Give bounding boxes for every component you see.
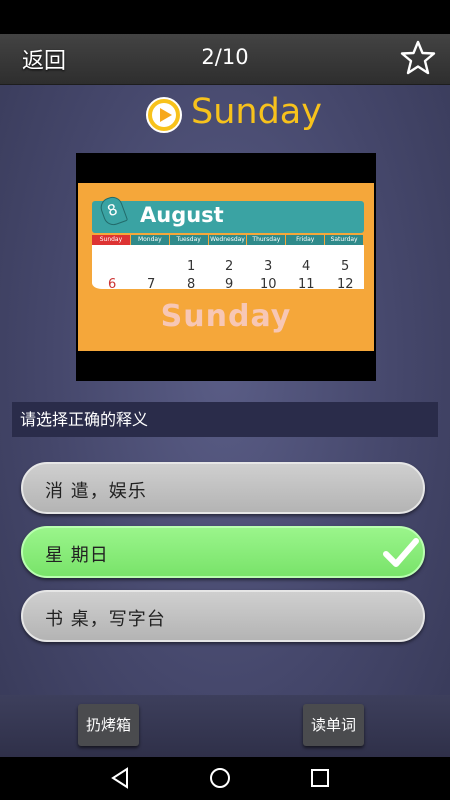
calendar-weekdays: Sunday Monday Tuesday Wednesday Thursday… bbox=[92, 235, 364, 245]
calendar-date: 7 bbox=[147, 277, 156, 292]
weekday-label: Wednesday bbox=[208, 235, 247, 245]
answer-option-label: 星 期日 bbox=[45, 545, 109, 566]
month-number: 8 bbox=[104, 200, 121, 221]
weekday-label: Monday bbox=[130, 235, 169, 245]
word-video[interactable]: 8 August Sunday Monday Tuesday Wednesday… bbox=[76, 153, 376, 381]
calendar-date: 5 bbox=[341, 259, 350, 274]
answer-option-label: 书 桌，写字台 bbox=[45, 609, 166, 630]
answer-option[interactable]: 消 遣，娱乐 bbox=[21, 462, 425, 514]
calendar-month: August bbox=[140, 203, 224, 227]
back-triangle-icon[interactable] bbox=[108, 766, 132, 790]
top-bar: 返回 2/10 bbox=[0, 34, 450, 85]
play-icon[interactable] bbox=[145, 96, 183, 134]
weekday-label: Thursday bbox=[247, 235, 286, 245]
status-bar bbox=[0, 0, 450, 34]
discard-word-button[interactable]: 扔烤箱 bbox=[78, 704, 140, 746]
answer-option[interactable]: 书 桌，写字台 bbox=[21, 590, 425, 642]
answer-option-correct[interactable]: 星 期日 bbox=[21, 526, 425, 578]
calendar-date: 10 bbox=[260, 277, 277, 292]
calendar-date: 1 bbox=[187, 259, 196, 274]
calendar-date: 6 bbox=[108, 277, 117, 292]
calendar-illustration: 8 August Sunday Monday Tuesday Wednesday… bbox=[78, 183, 374, 351]
star-icon[interactable] bbox=[400, 40, 436, 76]
read-word-button[interactable]: 读单词 bbox=[303, 704, 365, 746]
calendar-date: 3 bbox=[264, 259, 273, 274]
recents-square-icon[interactable] bbox=[308, 766, 332, 790]
calendar-date: 4 bbox=[302, 259, 311, 274]
word-title: Sunday bbox=[191, 92, 322, 132]
calendar-header: 8 August bbox=[92, 194, 364, 233]
weekday-label: Friday bbox=[286, 235, 325, 245]
checkmark-icon bbox=[383, 538, 419, 567]
question-prompt: 请选择正确的释义 bbox=[12, 402, 438, 437]
calendar-date: 12 bbox=[337, 277, 354, 292]
calendar-date: 2 bbox=[225, 259, 234, 274]
calendar-dates: 1 2 3 4 5 6 7 8 9 10 11 12 bbox=[92, 257, 364, 297]
weekday-label: Tuesday bbox=[169, 235, 208, 245]
bottom-toolbar: 扔烤箱 读单词 bbox=[0, 695, 450, 757]
calendar-date: 9 bbox=[225, 277, 234, 292]
progress-counter: 2/10 bbox=[201, 45, 249, 69]
calendar-date: 8 bbox=[187, 277, 196, 292]
calendar-pin: 8 bbox=[97, 194, 129, 228]
weekday-label: Saturday bbox=[325, 235, 364, 245]
calendar-caption: Sunday bbox=[160, 299, 292, 334]
calendar-date: 11 bbox=[298, 277, 315, 292]
system-nav-bar bbox=[0, 757, 450, 800]
weekday-label: Sunday bbox=[92, 235, 130, 245]
answer-option-label: 消 遣，娱乐 bbox=[45, 481, 147, 502]
home-circle-icon[interactable] bbox=[208, 766, 232, 790]
word-row: Sunday bbox=[0, 90, 450, 140]
